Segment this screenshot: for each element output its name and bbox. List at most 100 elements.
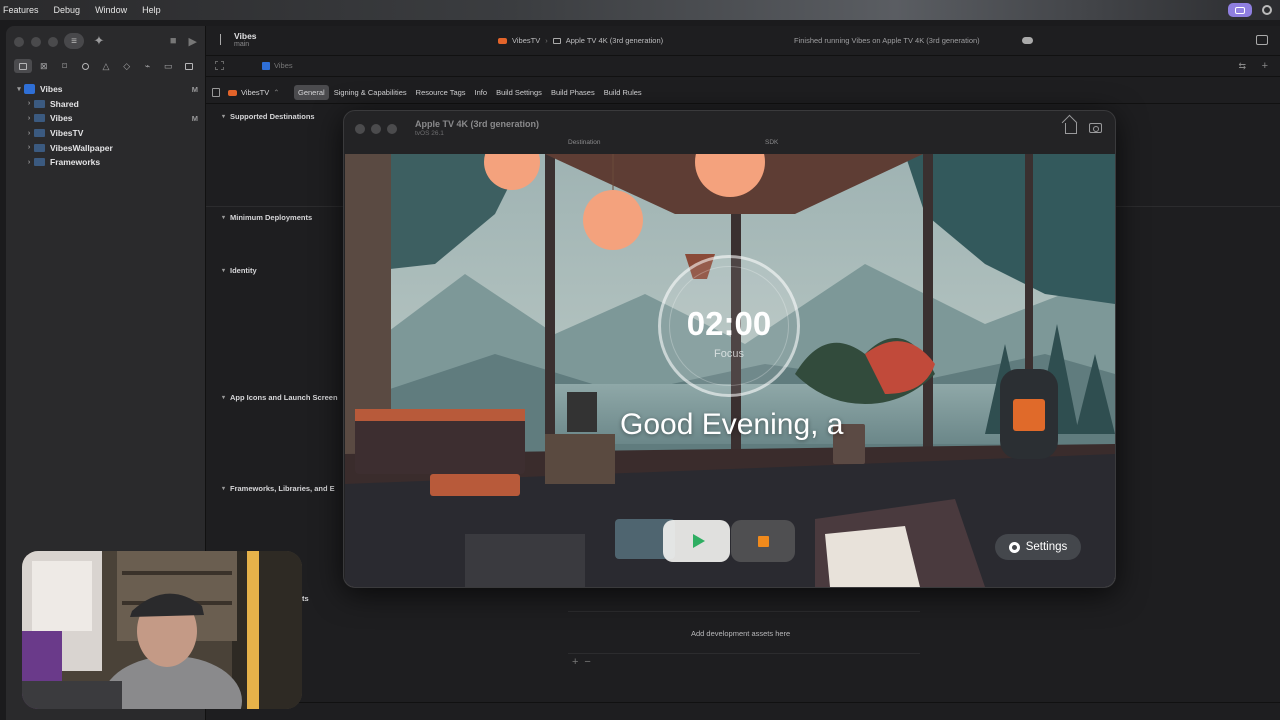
- stop-icon[interactable]: ■: [170, 35, 177, 48]
- menu-help[interactable]: Help: [142, 5, 161, 15]
- target-selector[interactable]: VibesTV ⌃: [228, 88, 280, 97]
- inspector-toggle-icon[interactable]: [1256, 35, 1268, 45]
- run-icon[interactable]: ▶: [189, 35, 197, 48]
- navigator-tabs: ⊠ ⌑ △ ◇ ⌁ ▭: [10, 57, 202, 75]
- section-supported-destinations[interactable]: ▾ Supported Destinations: [222, 112, 315, 121]
- webcam-overlay: [22, 551, 302, 709]
- menu-debug[interactable]: Debug: [54, 5, 81, 15]
- tree-item-label: Shared: [50, 98, 79, 109]
- webcam-feed: [22, 551, 302, 709]
- section-frameworks[interactable]: ▾ Frameworks, Libraries, and E: [222, 484, 335, 493]
- play-button[interactable]: [663, 520, 730, 562]
- screenshot-icon[interactable]: [1089, 123, 1102, 133]
- menu-features[interactable]: Features: [3, 5, 39, 15]
- folder-icon: [34, 158, 45, 167]
- tree-item-vibestv[interactable]: › VibesTV: [6, 126, 206, 141]
- editor-tab-bar: Vibes ⇆ +: [206, 55, 1280, 77]
- add-remove-controls[interactable]: +−: [572, 656, 597, 668]
- section-minimum-deployments[interactable]: ▾ Minimum Deployments: [222, 213, 312, 222]
- menu-window[interactable]: Window: [95, 5, 127, 15]
- tree-item-vibes[interactable]: › Vibes M: [6, 111, 206, 126]
- greeting-text: Good Evening, a: [620, 408, 844, 441]
- chevron-down-icon[interactable]: ▾: [14, 85, 24, 93]
- settings-button[interactable]: Settings: [995, 534, 1081, 560]
- folder-icon: [34, 99, 45, 108]
- tab-info[interactable]: Info: [471, 85, 492, 100]
- chevron-down-icon: ▾: [222, 215, 226, 221]
- bookmark-icon[interactable]: ⌑: [56, 59, 74, 73]
- report-icon[interactable]: [180, 59, 198, 73]
- menu-bar: Features Debug Window Help: [0, 0, 1280, 20]
- activity-status: Finished running Vibes on Apple TV 4K (3…: [794, 36, 980, 45]
- minimize-window-button[interactable]: [371, 124, 381, 134]
- tree-item-label: VibesTV: [50, 128, 84, 139]
- chevron-right-icon[interactable]: ›: [24, 144, 34, 151]
- section-development-assets[interactable]: ts: [302, 594, 309, 603]
- tab-resource-tags[interactable]: Resource Tags: [412, 85, 470, 100]
- tab-build-rules[interactable]: Build Rules: [600, 85, 646, 100]
- settings-button-label: Settings: [1025, 541, 1068, 553]
- folder-icon: [34, 114, 45, 123]
- grid-icon[interactable]: [215, 61, 224, 70]
- section-identity[interactable]: ▾ Identity: [222, 266, 257, 275]
- control-center-icon[interactable]: [1262, 5, 1272, 15]
- simulator-title: Apple TV 4K (3rd generation): [415, 119, 540, 129]
- split-icon[interactable]: ⇆: [1238, 61, 1246, 72]
- search-icon[interactable]: [76, 59, 94, 73]
- project-icon: [262, 61, 270, 70]
- cloud-icon[interactable]: [1022, 37, 1033, 44]
- timer-value: 02:00: [686, 305, 772, 342]
- tree-item-label: VibesWallpaper: [50, 142, 113, 153]
- tab-general[interactable]: General: [294, 85, 329, 100]
- chevron-right-icon[interactable]: ›: [24, 100, 34, 107]
- chevron-right-icon[interactable]: ›: [24, 130, 34, 137]
- chevron-down-icon: ▾: [222, 114, 226, 120]
- tab-build-settings[interactable]: Build Settings: [492, 85, 546, 100]
- warning-icon[interactable]: △: [97, 59, 115, 73]
- scheme-selector[interactable]: VibesTV › Apple TV 4K (3rd generation): [498, 36, 663, 45]
- swift-icon: [498, 37, 507, 44]
- tree-item-frameworks[interactable]: › Frameworks: [6, 155, 206, 170]
- debug-icon[interactable]: ⌁: [139, 59, 157, 73]
- zoom-window-button[interactable]: [48, 37, 58, 47]
- tree-item-label: Vibes: [40, 84, 63, 95]
- source-control-icon[interactable]: ⊠: [35, 59, 53, 73]
- chevron-right-icon[interactable]: ›: [24, 159, 34, 166]
- tree-item-vibes-project[interactable]: ▾ Vibes M: [6, 82, 206, 97]
- list-icon[interactable]: ≡: [64, 33, 84, 49]
- stop-button[interactable]: [731, 520, 795, 562]
- section-title: ts: [302, 594, 309, 603]
- editor-tab-label: Vibes: [274, 61, 293, 70]
- tree-item-label: Vibes: [50, 113, 73, 124]
- timer-mode-label: Focus: [714, 348, 744, 360]
- close-window-button[interactable]: [355, 124, 365, 134]
- sidebar-toggle-icon[interactable]: [212, 88, 220, 97]
- minimize-window-button[interactable]: [31, 37, 41, 47]
- chevron-down-icon: ▾: [222, 395, 226, 401]
- branch-name[interactable]: main: [234, 41, 249, 48]
- folder-icon: [34, 129, 45, 138]
- chevron-right-icon[interactable]: ›: [24, 115, 34, 122]
- tab-build-phases[interactable]: Build Phases: [547, 85, 599, 100]
- folder-icon[interactable]: [14, 59, 32, 73]
- project-title[interactable]: Vibes: [234, 31, 257, 41]
- divider: [568, 611, 920, 612]
- sparkle-icon[interactable]: ✦: [92, 34, 106, 48]
- tree-item-vibeswallpaper[interactable]: › VibesWallpaper: [6, 140, 206, 155]
- zoom-window-button[interactable]: [387, 124, 397, 134]
- project-icon: [24, 84, 35, 95]
- section-title: Frameworks, Libraries, and E: [230, 484, 335, 493]
- breakpoint-icon[interactable]: ▭: [159, 59, 177, 73]
- screen-share-icon[interactable]: [1228, 3, 1252, 17]
- home-icon[interactable]: [1065, 123, 1077, 134]
- add-icon[interactable]: +: [1262, 60, 1268, 72]
- tree-item-shared[interactable]: › Shared: [6, 97, 206, 112]
- section-title: App Icons and Launch Screen: [230, 393, 338, 402]
- tab-signing[interactable]: Signing & Capabilities: [330, 85, 411, 100]
- test-icon[interactable]: ◇: [118, 59, 136, 73]
- project-tree: ▾ Vibes M › Shared › Vibes M › VibesTV ›…: [6, 82, 206, 170]
- window-controls: [14, 37, 58, 47]
- editor-tab[interactable]: Vibes: [262, 61, 293, 70]
- close-window-button[interactable]: [14, 37, 24, 47]
- section-app-icons[interactable]: ▾ App Icons and Launch Screen: [222, 393, 338, 402]
